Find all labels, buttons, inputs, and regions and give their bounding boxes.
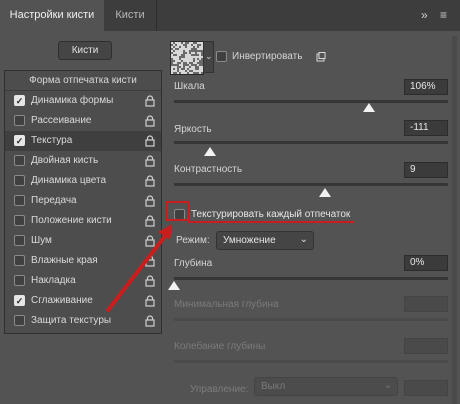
annotation-overlay — [106, 201, 354, 312]
annotation-arrow-shaft — [106, 230, 170, 312]
annotation-highlight-box — [165, 201, 189, 221]
